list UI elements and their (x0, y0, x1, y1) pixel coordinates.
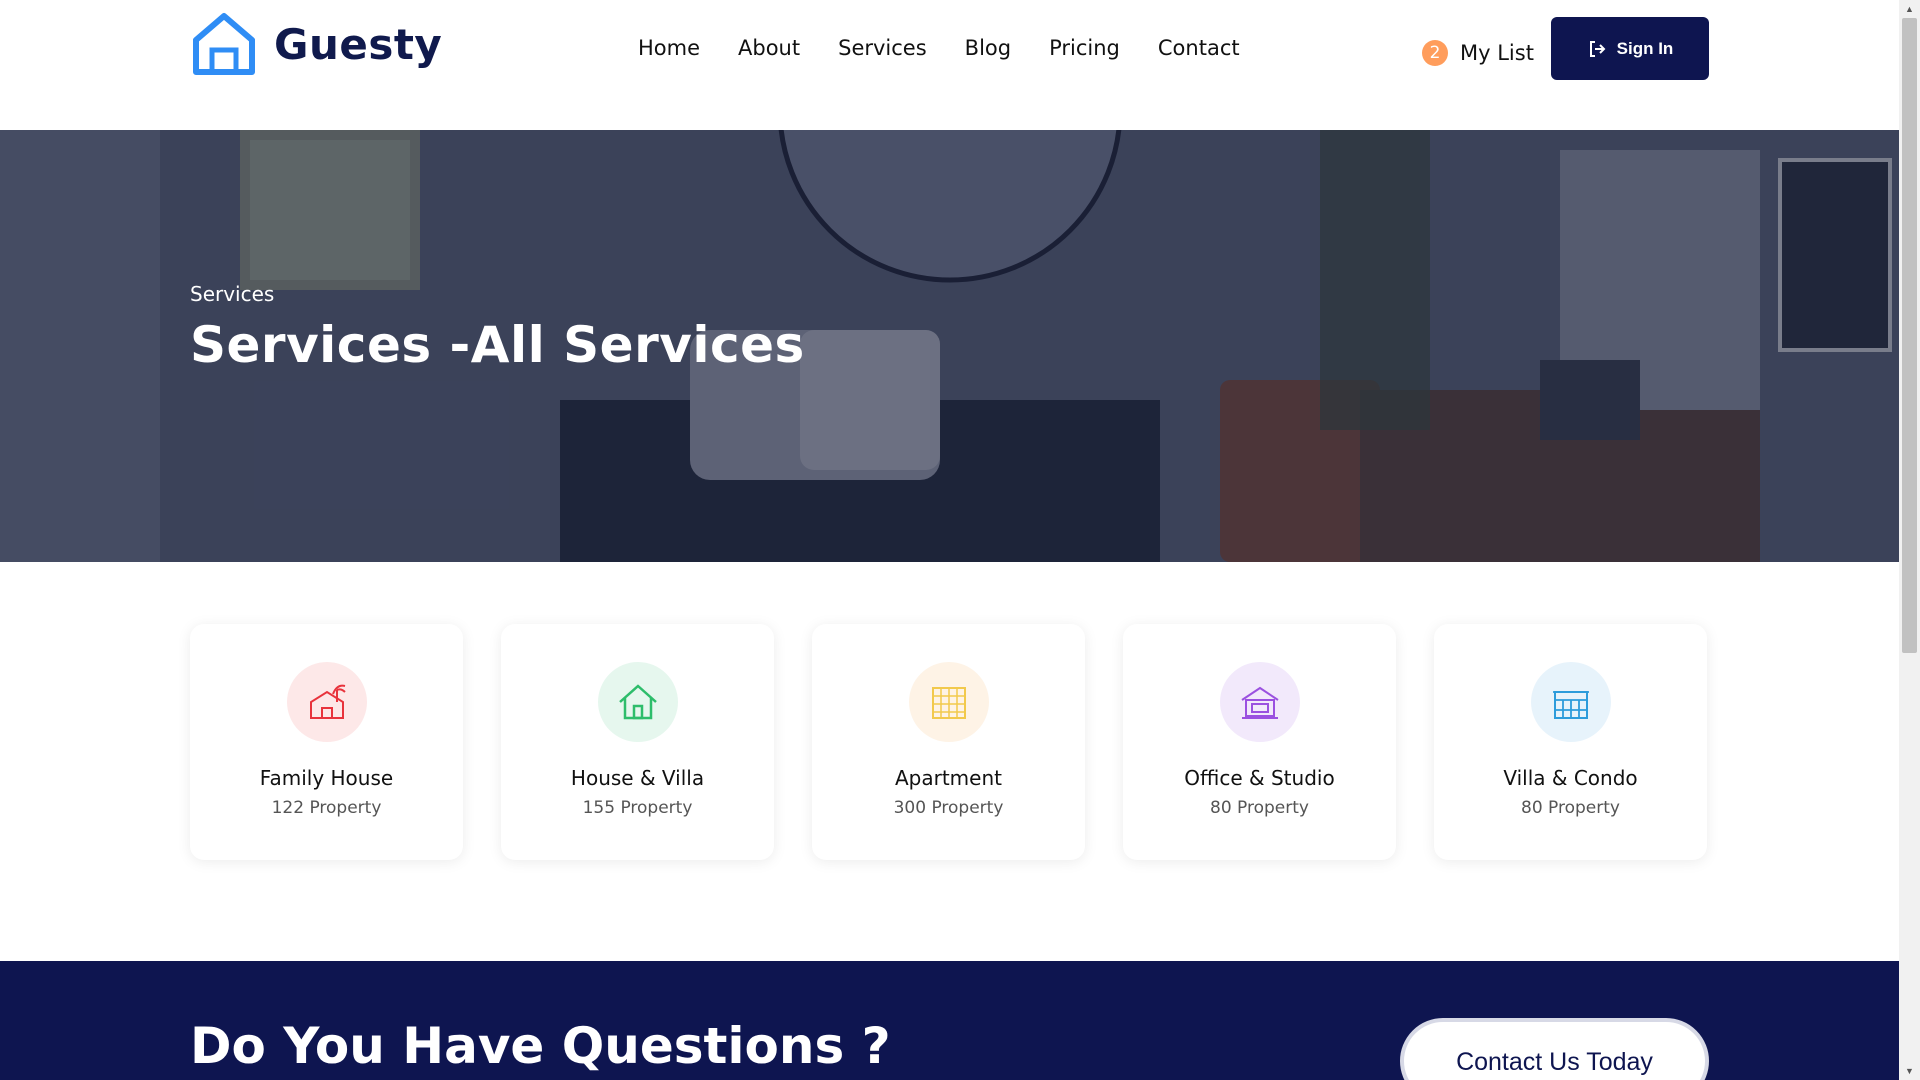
nav-blog[interactable]: Blog (965, 36, 1011, 60)
category-card-apartment[interactable]: Apartment 300 Property (812, 624, 1085, 860)
card-icon-circle (286, 662, 367, 742)
scrollbar-thumb[interactable] (1902, 18, 1917, 653)
card-property-count: 80 Property (1210, 798, 1309, 818)
card-property-count: 155 Property (582, 798, 693, 818)
category-card-house-villa[interactable]: House & Villa 155 Property (501, 624, 774, 860)
house-logo-icon (193, 13, 255, 75)
family-house-icon (309, 684, 346, 719)
card-title: House & Villa (570, 766, 705, 790)
property-category-list: Family House 122 Property House & Villa … (190, 624, 1707, 860)
nav-pricing[interactable]: Pricing (1049, 36, 1120, 60)
page-title: Services -All Services (190, 316, 805, 374)
main-nav: Home About Services Blog Pricing Contact (638, 36, 1240, 60)
card-icon-circle (908, 662, 989, 742)
nav-about[interactable]: About (738, 36, 800, 60)
apartment-icon (931, 687, 966, 719)
card-title: Apartment (894, 766, 1002, 790)
sign-in-icon (1589, 40, 1606, 57)
logo-text: Guesty (274, 19, 443, 69)
category-card-villa-condo[interactable]: Villa & Condo 80 Property (1434, 624, 1707, 860)
house-villa-icon (618, 684, 657, 720)
card-icon-circle (1219, 662, 1300, 742)
hero-breadcrumb: Services (190, 282, 275, 306)
my-list-link[interactable]: 2 My List (1422, 40, 1534, 66)
card-title: Villa & Condo (1503, 766, 1638, 790)
card-title: Office & Studio (1184, 766, 1335, 790)
questions-banner: Do You Have Questions ? Contact Us Today (0, 961, 1899, 1080)
site-header: Guesty Home About Services Blog Pricing … (0, 0, 1899, 130)
nav-services[interactable]: Services (838, 36, 927, 60)
card-property-count: 300 Property (893, 798, 1004, 818)
office-studio-icon (1240, 686, 1279, 719)
nav-contact[interactable]: Contact (1158, 36, 1240, 60)
page-scrollbar[interactable]: ▲ ▼ (1899, 0, 1920, 1080)
card-icon-circle (1530, 662, 1611, 742)
card-icon-circle (597, 662, 678, 742)
nav-home[interactable]: Home (638, 36, 700, 60)
card-property-count: 122 Property (271, 798, 382, 818)
card-property-count: 80 Property (1521, 798, 1620, 818)
sign-in-label: Sign In (1616, 38, 1674, 58)
card-title: Family House (259, 766, 394, 790)
my-list-label: My List (1460, 41, 1534, 65)
contact-us-button[interactable]: Contact Us Today (1400, 1018, 1709, 1080)
category-card-office-studio[interactable]: Office & Studio 80 Property (1123, 624, 1396, 860)
questions-heading: Do You Have Questions ? (190, 1017, 891, 1075)
logo-link[interactable]: Guesty (190, 10, 442, 78)
my-list-count-badge: 2 (1422, 40, 1448, 66)
scroll-up-arrow-icon[interactable]: ▲ (1899, 0, 1920, 18)
sign-in-button[interactable]: Sign In (1551, 17, 1709, 80)
hero-banner: Services Services -All Services (0, 130, 1899, 562)
category-card-family-house[interactable]: Family House 122 Property (190, 624, 463, 860)
scroll-down-arrow-icon[interactable]: ▼ (1899, 1062, 1920, 1080)
villa-condo-icon (1552, 691, 1589, 719)
